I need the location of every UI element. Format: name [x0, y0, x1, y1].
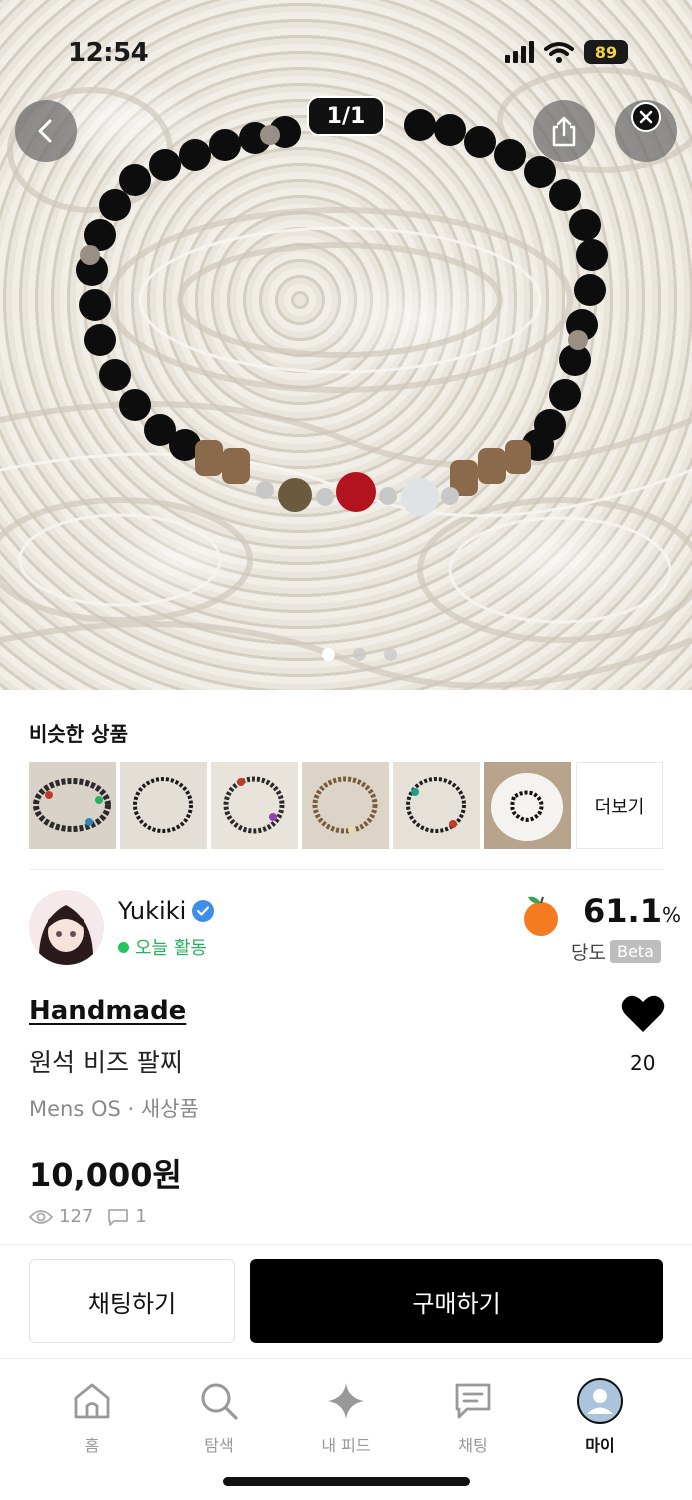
similar-more-button[interactable]: 더보기 [576, 762, 663, 849]
similar-product-thumbnail[interactable] [29, 762, 116, 849]
tab-label: 마이 [585, 1436, 615, 1455]
product-title: 원석 비즈 팔찌 [29, 1048, 183, 1077]
product-brand[interactable]: Handmade [29, 996, 186, 1026]
status-icons: 89 [505, 40, 628, 64]
tab-explore[interactable]: 탐색 [174, 1378, 264, 1456]
similar-product-thumbnail[interactable] [211, 762, 298, 849]
cellular-signal-icon [505, 41, 534, 63]
chat-icon [455, 1383, 491, 1419]
beta-badge: Beta [609, 940, 661, 963]
search-icon [201, 1383, 238, 1420]
product-image-gallery[interactable]: 12:54 89 1/1 [0, 0, 692, 690]
seller-activity: 오늘 활동 [118, 934, 207, 960]
status-time: 12:54 [68, 38, 149, 68]
divider [0, 1358, 692, 1359]
share-icon [552, 116, 576, 147]
online-dot-icon [118, 941, 129, 953]
chevron-left-icon [38, 119, 52, 143]
tab-label: 내 피드 [321, 1436, 371, 1455]
product-stats: 127 1 [29, 1206, 147, 1227]
seller-avatar[interactable] [29, 890, 104, 965]
wifi-icon [544, 42, 574, 63]
page-dot [322, 648, 335, 661]
sweetness-value: 61.1% [583, 892, 681, 930]
similar-products-title: 비슷한 상품 [29, 722, 128, 746]
divider [29, 869, 663, 870]
similar-product-thumbnail[interactable] [302, 762, 389, 849]
comment-count: 1 [135, 1206, 147, 1227]
page-indicator [322, 648, 397, 661]
tab-chat[interactable]: 채팅 [428, 1378, 518, 1456]
sweetness-unit: % [661, 903, 681, 927]
divider [0, 1244, 692, 1245]
similar-products-list: 더보기 [29, 762, 663, 849]
status-bar: 12:54 89 [0, 0, 692, 96]
tab-my-feed[interactable]: 내 피드 [301, 1378, 391, 1456]
sweetness-number: 61.1 [583, 892, 662, 930]
home-indicator [223, 1477, 470, 1486]
seller-name: Yukiki [118, 897, 187, 925]
seller-name-row[interactable]: Yukiki [118, 897, 215, 925]
eye-icon [29, 1209, 53, 1224]
like-heart-icon[interactable] [620, 994, 666, 1034]
peach-icon [524, 896, 558, 936]
close-icon [639, 110, 653, 124]
sparkle-icon [328, 1383, 364, 1419]
verified-badge-icon [192, 900, 215, 922]
tab-label: 탐색 [204, 1436, 234, 1455]
page-dot [353, 648, 366, 661]
tab-home[interactable]: 홈 [47, 1378, 137, 1456]
home-icon [74, 1383, 110, 1419]
tab-my[interactable]: 마이 [555, 1378, 645, 1456]
product-price: 10,000원 [29, 1156, 182, 1194]
buy-button[interactable]: 구매하기 [250, 1259, 663, 1343]
tab-label: 홈 [84, 1436, 100, 1455]
similar-product-thumbnail[interactable] [393, 762, 480, 849]
sweetness-label-row[interactable]: 당도 Beta [571, 938, 661, 965]
back-button[interactable] [15, 100, 77, 162]
activity-label: 오늘 활동 [135, 938, 207, 959]
chat-button[interactable]: 채팅하기 [29, 1259, 235, 1343]
similar-product-thumbnail[interactable] [120, 762, 207, 849]
image-counter: 1/1 [307, 96, 385, 136]
page-dot [384, 648, 397, 661]
battery-indicator: 89 [584, 40, 628, 64]
tab-label: 채팅 [458, 1436, 488, 1455]
profile-icon [577, 1378, 623, 1424]
product-meta: Mens OS · 새상품 [29, 1097, 199, 1121]
share-button[interactable] [533, 100, 595, 162]
comment-icon [108, 1208, 129, 1226]
view-count: 127 [59, 1206, 94, 1227]
sweetness-label: 당도 [571, 942, 606, 964]
close-button[interactable] [631, 102, 661, 132]
similar-product-thumbnail[interactable] [484, 762, 571, 849]
like-count: 20 [630, 1051, 656, 1075]
